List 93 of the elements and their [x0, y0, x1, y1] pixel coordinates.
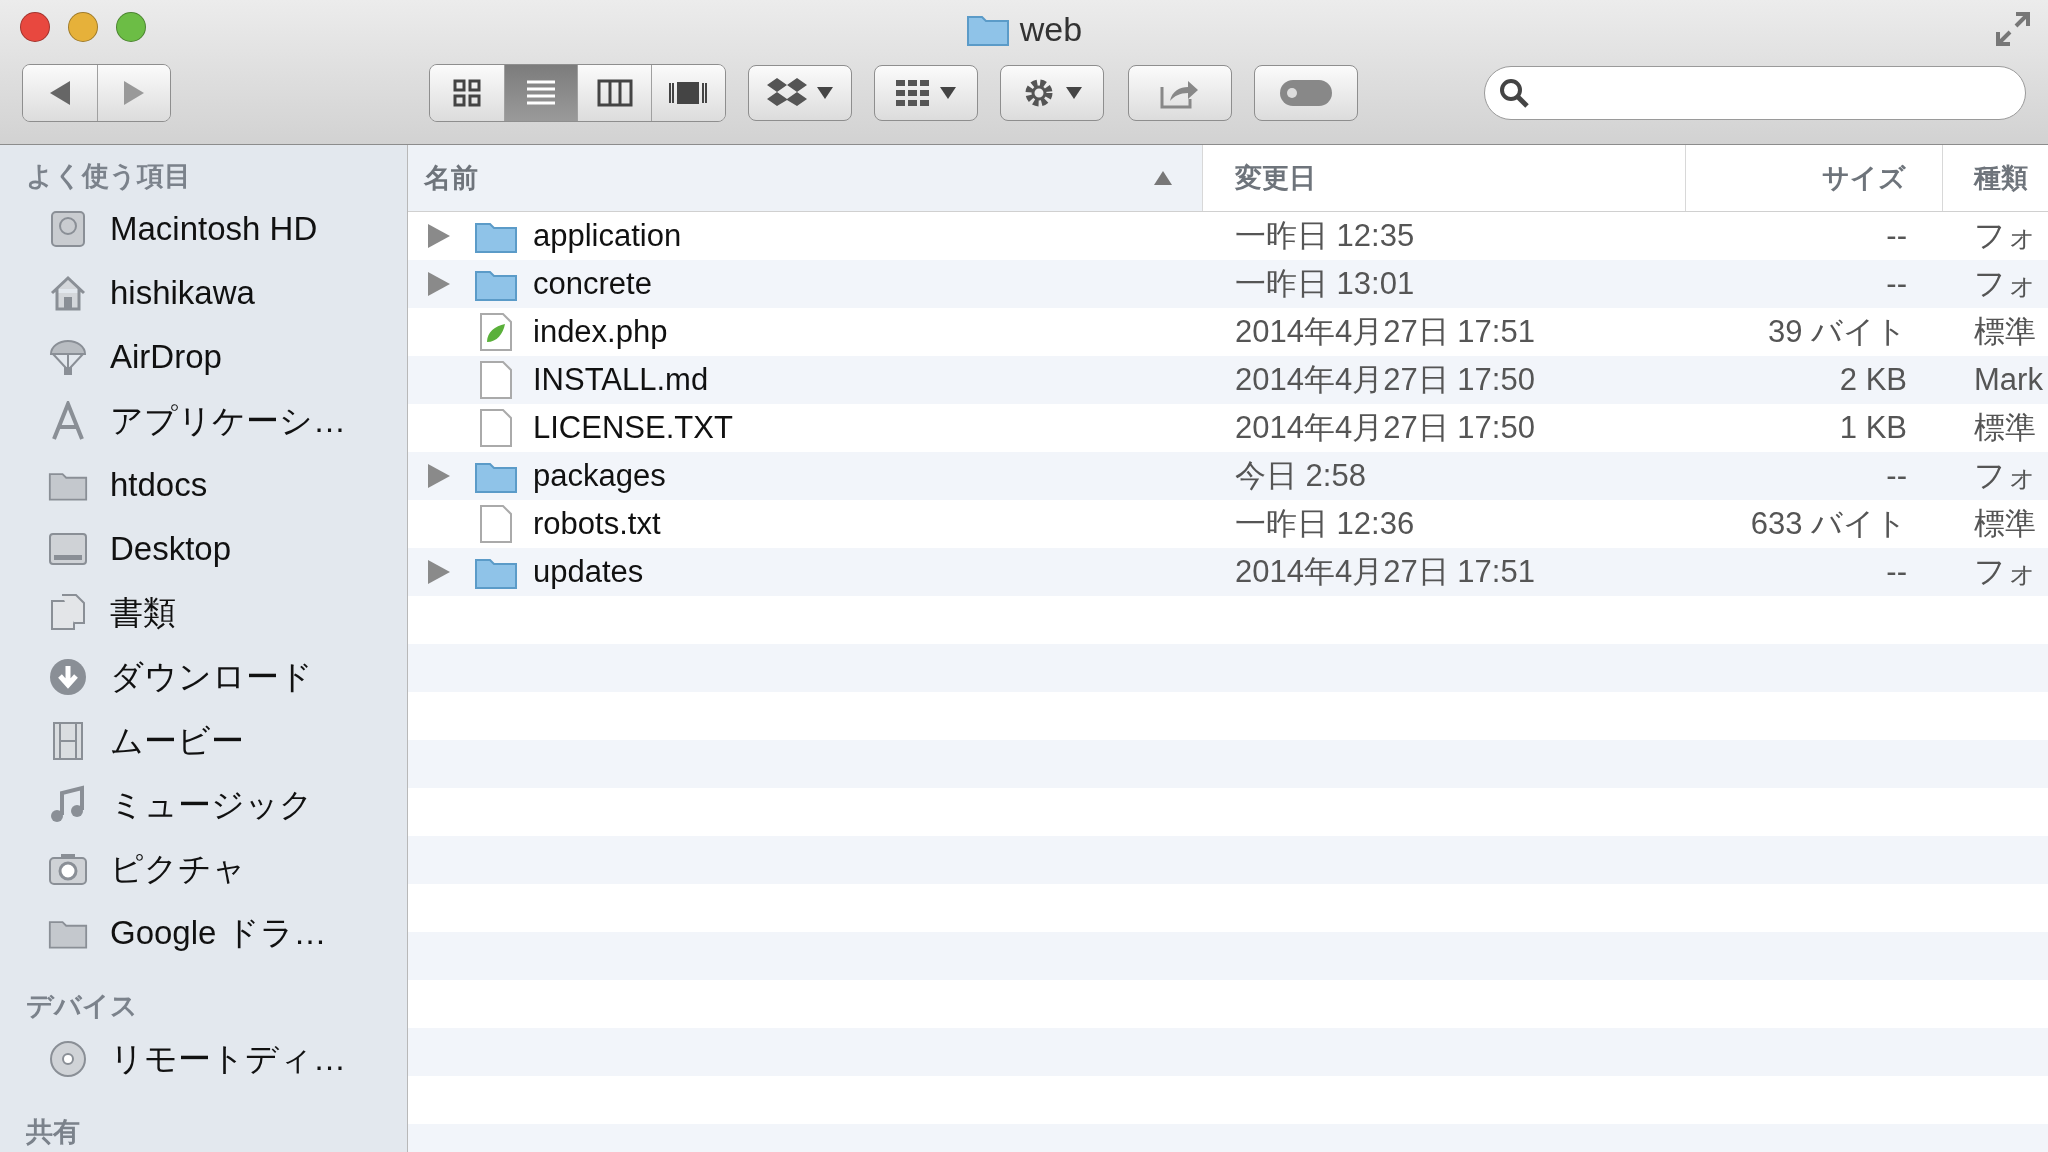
back-icon	[49, 81, 70, 105]
leaf-document-icon	[479, 312, 513, 352]
document-icon	[479, 360, 513, 400]
sidebar-item[interactable]: アプリケーシ…	[110, 398, 346, 444]
view-mode-button[interactable]	[651, 65, 725, 121]
kind-cell-text: フォ	[1973, 265, 2039, 303]
sidebar-item[interactable]: 書類	[110, 590, 176, 636]
view-mode-button[interactable]	[503, 65, 578, 121]
sidebar-heading: よく使う項目	[25, 160, 192, 193]
sidebar-heading: 共有	[25, 1116, 81, 1149]
file-name[interactable]: robots.txt	[533, 506, 661, 542]
size-cell-text: --	[1885, 554, 1908, 590]
disclosure-triangle-icon[interactable]	[428, 560, 450, 584]
date-cell-text: 2014年4月27日 17:50	[1234, 409, 1536, 447]
disc-icon	[48, 1039, 88, 1079]
kind-cell-text: フォ	[1973, 217, 2039, 255]
kind-cell-text: フォ	[1973, 457, 2039, 495]
file-name[interactable]: index.php	[533, 314, 668, 350]
size-cell-text: --	[1885, 458, 1908, 494]
kind-cell-text: 標準	[1973, 313, 2037, 351]
sidebar-item[interactable]: htdocs	[110, 466, 208, 504]
size-cell-text: --	[1885, 266, 1908, 302]
sidebar-item[interactable]: リモートディ…	[110, 1036, 346, 1082]
date-cell-text: 2014年4月27日 17:51	[1234, 313, 1536, 351]
size-cell-text: 1 KB	[1838, 410, 1908, 446]
file-name[interactable]: LICENSE.TXT	[533, 410, 733, 446]
house-icon	[48, 273, 88, 313]
caret-icon	[939, 87, 956, 99]
size-cell-text: --	[1885, 218, 1908, 254]
grid-icon	[895, 80, 930, 106]
search-icon	[1498, 78, 1529, 108]
sidebar-item[interactable]: Macintosh HD	[110, 210, 318, 248]
tag-button[interactable]	[1253, 65, 1358, 121]
disclosure-triangle-icon[interactable]	[428, 272, 450, 296]
sidebar-item[interactable]: ムービー	[110, 718, 244, 764]
sidebar-item[interactable]: ピクチャ	[110, 846, 246, 892]
view-mode-button[interactable]	[430, 65, 504, 121]
arrange-button[interactable]	[873, 65, 978, 121]
search-field[interactable]	[1483, 66, 2026, 120]
size-cell-text: 2 KB	[1838, 362, 1908, 398]
forward-button[interactable]	[96, 65, 171, 121]
document-icon	[479, 504, 513, 544]
dropbox-button[interactable]	[747, 65, 852, 121]
size-cell-text: 39 バイト	[1766, 313, 1908, 351]
file-name[interactable]: application	[533, 218, 682, 254]
action-button[interactable]	[999, 65, 1104, 121]
sidebar-item[interactable]: AirDrop	[110, 338, 222, 376]
back-button[interactable]	[23, 65, 97, 121]
date-cell-text: 一昨日 12:35	[1234, 217, 1416, 255]
file-name[interactable]: concrete	[533, 266, 652, 302]
cover-flow-icon	[668, 79, 709, 107]
forward-icon	[123, 81, 144, 105]
sidebar-item[interactable]: hishikawa	[110, 274, 255, 312]
file-name[interactable]: updates	[533, 554, 644, 590]
date-cell-text: 一昨日 13:01	[1234, 265, 1416, 303]
kind-cell-text: フォ	[1973, 553, 2039, 591]
kind-cell-text: Mark	[1973, 362, 2044, 398]
caret-icon	[816, 87, 833, 99]
sidebar-heading: デバイス	[25, 990, 139, 1023]
column-header[interactable]: 名前	[408, 145, 1203, 211]
columns-icon	[596, 79, 633, 107]
close-button[interactable]	[20, 12, 50, 42]
disclosure-triangle-icon[interactable]	[428, 464, 450, 488]
grid-icon	[452, 78, 483, 108]
document-icon	[479, 408, 513, 448]
disclosure-triangle-icon[interactable]	[428, 224, 450, 248]
sidebar-item[interactable]: Google ドラ…	[110, 910, 327, 956]
file-name[interactable]: INSTALL.md	[533, 362, 709, 398]
sidebar-item[interactable]: ダウンロード	[110, 654, 313, 700]
window-title: web	[1019, 9, 1083, 49]
date-cell-text: 2014年4月27日 17:51	[1234, 553, 1536, 591]
date-cell-text: 一昨日 12:36	[1234, 505, 1416, 543]
parachute-icon	[48, 337, 88, 377]
kind-cell-text: 標準	[1973, 505, 2037, 543]
fullscreen-icon[interactable]	[1996, 12, 2030, 46]
download-icon	[48, 657, 88, 697]
sidebar-item[interactable]: ミュージック	[110, 782, 313, 828]
sidebar-item[interactable]: Desktop	[110, 530, 232, 568]
date-cell-text: 今日 2:58	[1234, 457, 1367, 495]
date-cell-text: 2014年4月27日 17:50	[1234, 361, 1536, 399]
minimize-button[interactable]	[68, 12, 98, 42]
share-button[interactable]	[1127, 65, 1232, 121]
caret-icon	[1065, 87, 1082, 99]
kind-cell-text: 標準	[1973, 409, 2037, 447]
view-mode-button[interactable]	[577, 65, 652, 121]
sort-ascending-icon	[1154, 171, 1172, 185]
documents-icon	[48, 593, 88, 633]
size-cell-text: 633 バイト	[1749, 505, 1908, 543]
hard-drive-icon	[48, 209, 88, 249]
file-name[interactable]: packages	[533, 458, 666, 494]
zoom-button[interactable]	[116, 12, 146, 42]
list-icon	[525, 79, 558, 107]
toggle-icon	[1278, 79, 1333, 107]
